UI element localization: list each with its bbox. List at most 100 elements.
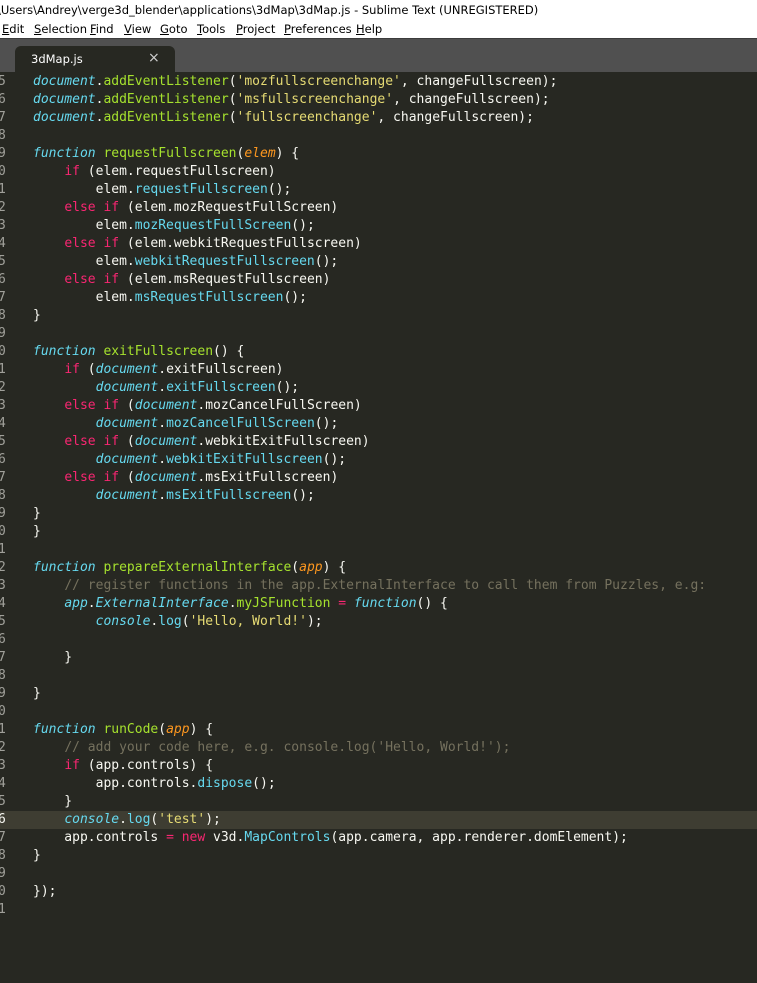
code-line[interactable]: document.webkitExitFullscreen(); [33,451,346,469]
menu-goto[interactable]: Goto [160,20,188,38]
code-line[interactable]: else if (elem.mozRequestFullScreen) [33,199,338,217]
line-number: 6 [0,452,6,467]
line-number: 5 [0,74,6,89]
line-number: 2 [0,380,6,395]
code-line[interactable]: } [33,847,41,865]
line-number: 7 [0,110,6,125]
close-icon[interactable]: × [148,50,160,66]
line-number: 3 [0,218,6,233]
line-number: 6 [0,272,6,287]
line-number: 9 [0,326,6,341]
line-number: 5 [0,614,6,629]
line-number: 5 [0,794,6,809]
line-number: 7 [0,290,6,305]
code-line[interactable]: else if (document.msExitFullscreen) [33,469,338,487]
code-editor[interactable]: 5 6 7 8 9 0 1 2 3 4 5 6 7 8 9 0 1 2 3 4 5 6 7 8 9 0 1 2 3 4 5 6 7 8 9 0 1 2 3 4… [0,72,757,983]
line-number: 2 [0,200,6,215]
line-number: 1 [0,182,6,197]
code-line[interactable]: } [33,649,72,667]
line-number: 0 [0,884,6,899]
line-number: 7 [0,470,6,485]
line-number: 0 [0,704,6,719]
code-line[interactable]: } [33,307,41,325]
code-line[interactable]: function requestFullscreen(elem) { [33,145,299,163]
menu-find[interactable]: Find [90,20,114,38]
code-line[interactable]: elem.msRequestFullscreen(); [33,289,307,307]
code-line[interactable]: document.addEventListener('msfullscreenc… [33,91,550,109]
code-line[interactable]: // add your code here, e.g. console.log(… [33,739,510,757]
code-line[interactable]: function exitFullscreen() { [33,343,244,361]
line-number: 4 [0,776,6,791]
menu-view[interactable]: View [124,20,151,38]
line-number: 9 [0,146,6,161]
window-title-bar: \Users\Andrey\verge3d_blender\applicatio… [0,0,757,20]
window-title: \Users\Andrey\verge3d_blender\applicatio… [0,3,539,17]
code-line[interactable]: }); [33,883,56,901]
code-line[interactable]: if (document.exitFullscreen) [33,361,283,379]
code-line[interactable]: document.addEventListener('mozfullscreen… [33,73,557,91]
code-line[interactable]: console.log('test'); [33,811,221,829]
code-line[interactable]: function runCode(app) { [33,721,213,739]
line-number: 9 [0,686,6,701]
code-line[interactable]: app.ExternalInterface.myJSFunction = fun… [33,595,448,613]
line-number: 8 [0,488,6,503]
line-number: 6 [0,92,6,107]
tab-strip: 3dMap.js × [0,38,757,73]
code-line[interactable]: } [33,505,41,523]
menu-selection[interactable]: Selection [34,20,87,38]
line-number: 8 [0,128,6,143]
line-number: 7 [0,830,6,845]
code-line[interactable]: elem.webkitRequestFullscreen(); [33,253,339,271]
line-number: 1 [0,902,6,917]
line-number: 0 [0,344,6,359]
line-number-gutter: 5 6 7 8 9 0 1 2 3 4 5 6 7 8 9 0 1 2 3 4 5 6 7 8 9 0 1 2 3 4 5 6 7 8 9 0 1 2 3 4… [0,72,26,983]
code-line[interactable]: else if (document.webkitExitFullscreen) [33,433,369,451]
line-number: 1 [0,722,6,737]
code-line[interactable]: app.controls = new v3d.MapControls(app.c… [33,829,628,847]
code-line[interactable]: else if (elem.webkitRequestFullscreen) [33,235,361,253]
code-line[interactable]: console.log('Hello, World!'); [33,613,323,631]
code-line[interactable]: } [33,685,41,703]
line-number: 4 [0,236,6,251]
line-number: 4 [0,596,6,611]
code-line[interactable]: function prepareExternalInterface(app) { [33,559,346,577]
code-line[interactable]: } [33,793,72,811]
line-number: 3 [0,398,6,413]
line-number: 8 [0,668,6,683]
menu-project[interactable]: Project [236,20,275,38]
code-line[interactable]: } [33,523,41,541]
line-number: 5 [0,434,6,449]
tab-3dmap-js[interactable]: 3dMap.js × [15,46,175,73]
line-number: 9 [0,866,6,881]
line-number: 4 [0,416,6,431]
menu-edit[interactable]: Edit [2,20,24,38]
code-line[interactable]: if (elem.requestFullscreen) [33,163,275,181]
line-number: 2 [0,560,6,575]
menu-help[interactable]: Help [356,20,382,38]
code-line[interactable]: document.addEventListener('fullscreencha… [33,109,534,127]
code-line[interactable]: else if (document.mozCancelFullScreen) [33,397,361,415]
code-line[interactable]: app.controls.dispose(); [33,775,276,793]
line-number: 6 [0,632,6,647]
line-number: 0 [0,524,6,539]
line-number: 8 [0,308,6,323]
line-number: 3 [0,758,6,773]
code-line[interactable]: elem.mozRequestFullScreen(); [33,217,315,235]
code-line[interactable]: // register functions in the app.Externa… [33,577,706,595]
line-number: 1 [0,362,6,377]
line-number: 2 [0,740,6,755]
line-number: 8 [0,848,6,863]
code-line[interactable]: document.exitFullscreen(); [33,379,300,397]
code-line[interactable]: else if (elem.msRequestFullscreen) [33,271,330,289]
code-line[interactable]: if (app.controls) { [33,757,213,775]
line-number: 0 [0,164,6,179]
code-line[interactable]: document.mozCancelFullScreen(); [33,415,339,433]
line-number: 5 [0,254,6,269]
line-number: 1 [0,542,6,557]
code-area[interactable]: document.addEventListener('mozfullscreen… [33,72,757,983]
code-line[interactable]: document.msExitFullscreen(); [33,487,315,505]
menu-tools[interactable]: Tools [197,20,225,38]
code-line[interactable]: elem.requestFullscreen(); [33,181,292,199]
tab-label: 3dMap.js [31,52,83,66]
menu-preferences[interactable]: Preferences [284,20,352,38]
